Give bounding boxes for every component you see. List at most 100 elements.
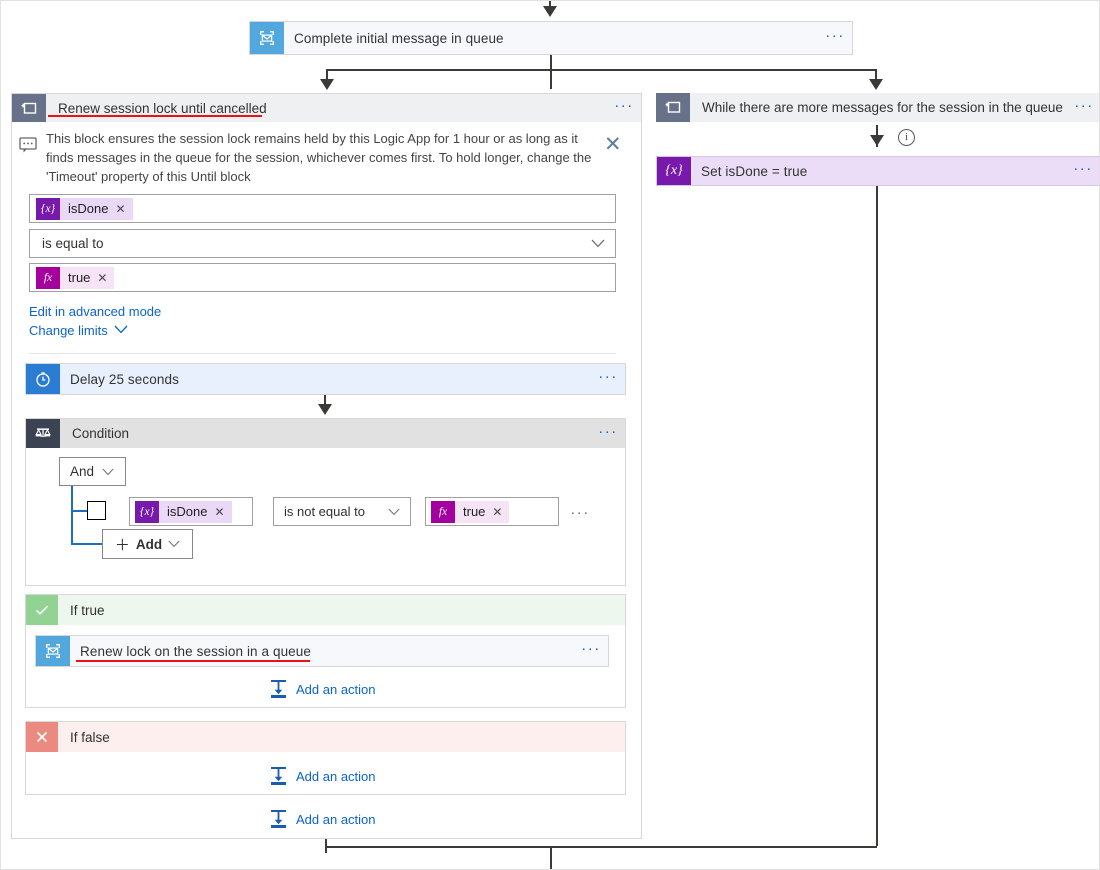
condition-operator-value: is not equal to xyxy=(274,504,365,519)
condition-right-operand-field[interactable]: fx true ✕ xyxy=(425,497,559,526)
action-card-set-isdone[interactable]: {x} Set isDone = true ··· xyxy=(656,156,1100,186)
action-card-menu-button[interactable]: ··· xyxy=(818,22,852,54)
arrowhead-foreach-to-setvar xyxy=(870,135,884,146)
connector-branch-stem xyxy=(550,55,552,89)
arrowhead-left-branch xyxy=(320,79,334,90)
plus-icon: ＋ xyxy=(115,534,130,555)
token-remove-icon[interactable]: ✕ xyxy=(97,271,114,285)
until-left-operand-field[interactable]: {x} isDone ✕ xyxy=(29,194,616,223)
connector-bottom-merge-horizontal xyxy=(325,846,877,848)
until-operator-dropdown[interactable]: is equal to xyxy=(29,229,616,258)
chevron-down-icon[interactable] xyxy=(388,508,400,516)
token-true[interactable]: fx true ✕ xyxy=(36,267,114,289)
variable-token-icon: {x} xyxy=(36,198,60,220)
until-scope-header[interactable]: Renew session lock until cancelled ··· xyxy=(12,94,641,122)
token-label: true xyxy=(60,270,97,285)
if-true-band: If true xyxy=(26,595,625,625)
arrowhead-into-top-action xyxy=(543,6,557,17)
until-right-operand-field[interactable]: fx true ✕ xyxy=(29,263,616,292)
token-remove-icon[interactable]: ✕ xyxy=(115,202,132,216)
add-action-icon xyxy=(269,679,288,699)
function-token-icon: fx xyxy=(431,501,455,523)
delay-card-menu-button[interactable]: ··· xyxy=(591,364,625,394)
until-section-divider xyxy=(29,353,616,354)
condition-add-button[interactable]: ＋ Add xyxy=(102,529,193,559)
comment-icon xyxy=(19,137,38,154)
until-loop-icon xyxy=(12,94,46,122)
condition-row-checkbox[interactable] xyxy=(87,501,106,520)
servicebus-envelope-icon xyxy=(36,636,70,666)
token-remove-icon[interactable]: ✕ xyxy=(492,505,509,519)
add-an-action-if-true[interactable]: Add an action xyxy=(269,679,376,699)
action-card-title: Complete initial message in queue xyxy=(284,22,818,54)
spellcheck-underline-renew-lock xyxy=(76,660,310,662)
condition-scope-menu-button[interactable]: ··· xyxy=(591,419,625,448)
connector-bottom-stem xyxy=(550,846,552,870)
chevron-down-icon[interactable] xyxy=(591,239,605,248)
if-false-band: If false xyxy=(26,722,625,752)
until-scope-menu-button[interactable]: ··· xyxy=(607,94,641,122)
until-loop-icon xyxy=(656,93,690,122)
set-variable-card-menu-button[interactable]: ··· xyxy=(1066,157,1100,185)
edit-advanced-mode-link[interactable]: Edit in advanced mode xyxy=(29,304,161,319)
action-card-delay[interactable]: Delay 25 seconds ··· xyxy=(25,363,626,395)
connector-right-column-down xyxy=(876,186,878,846)
info-icon[interactable]: i xyxy=(898,129,915,146)
condition-tree-branch-add xyxy=(71,543,102,545)
token-isDone[interactable]: {x} isDone ✕ xyxy=(135,501,232,523)
checkmark-icon xyxy=(26,595,58,625)
action-card-complete-initial-message[interactable]: Complete initial message in queue ··· xyxy=(249,21,853,55)
add-button-label: Add xyxy=(136,537,162,552)
condition-scope-title: Condition xyxy=(60,419,591,448)
add-an-action-until-scope[interactable]: Add an action xyxy=(269,809,376,829)
condition-tree-vertical xyxy=(71,486,73,544)
logic-operator-value: And xyxy=(70,464,94,479)
condition-left-operand-field[interactable]: {x} isDone ✕ xyxy=(129,497,253,526)
if-false-label: If false xyxy=(58,722,625,752)
chevron-down-icon[interactable] xyxy=(168,540,180,548)
condition-logic-operator-dropdown[interactable]: And xyxy=(59,457,126,486)
chevron-down-icon[interactable] xyxy=(114,325,128,334)
token-isDone[interactable]: {x} isDone ✕ xyxy=(36,198,133,220)
servicebus-envelope-icon xyxy=(250,22,284,54)
token-label: isDone xyxy=(60,201,115,216)
logic-app-designer-canvas: Complete initial message in queue ··· Re… xyxy=(0,0,1100,870)
action-card-renew-lock[interactable]: Renew lock on the session in a queue ··· xyxy=(35,635,609,667)
foreach-scope-menu-button[interactable]: ··· xyxy=(1067,93,1100,122)
close-icon[interactable]: ✕ xyxy=(604,134,622,155)
add-an-action-if-false[interactable]: Add an action xyxy=(269,766,376,786)
until-operator-value: is equal to xyxy=(30,236,104,251)
set-variable-card-title: Set isDone = true xyxy=(691,157,1066,185)
until-scope-title: Renew session lock until cancelled xyxy=(46,94,607,122)
set-variable-icon-glyph: {x} xyxy=(665,163,682,179)
clock-icon xyxy=(26,364,60,394)
add-action-icon xyxy=(269,766,288,786)
until-scope-comment-text: This block ensures the session lock rema… xyxy=(46,129,594,186)
add-an-action-label: Add an action xyxy=(296,682,376,697)
foreach-scope-header[interactable]: While there are more messages for the se… xyxy=(656,93,1100,122)
token-label: true xyxy=(455,504,492,519)
arrowhead-delay-to-condition xyxy=(318,404,332,415)
if-true-label: If true xyxy=(58,595,625,625)
condition-operator-dropdown[interactable]: is not equal to xyxy=(273,497,411,526)
condition-tree-branch-row xyxy=(71,510,87,512)
cross-icon xyxy=(26,722,58,752)
add-an-action-label: Add an action xyxy=(296,769,376,784)
token-true[interactable]: fx true ✕ xyxy=(431,501,509,523)
chevron-down-icon[interactable] xyxy=(102,468,114,476)
variable-token-icon: {x} xyxy=(657,157,691,185)
delay-card-title: Delay 25 seconds xyxy=(60,364,591,394)
add-an-action-label: Add an action xyxy=(296,812,376,827)
add-action-icon xyxy=(269,809,288,829)
condition-scope-header[interactable]: Condition ··· xyxy=(26,419,625,448)
variable-token-icon: {x} xyxy=(135,501,159,523)
renew-lock-card-menu-button[interactable]: ··· xyxy=(574,636,608,666)
change-limits-link[interactable]: Change limits xyxy=(29,323,108,338)
condition-scale-icon xyxy=(26,419,60,448)
connector-branch-horizontal xyxy=(326,69,877,71)
foreach-scope-title: While there are more messages for the se… xyxy=(690,93,1067,122)
token-remove-icon[interactable]: ✕ xyxy=(214,505,231,519)
condition-row-menu-button[interactable]: ··· xyxy=(563,502,597,527)
token-label: isDone xyxy=(159,504,214,519)
function-token-icon: fx xyxy=(36,267,60,289)
